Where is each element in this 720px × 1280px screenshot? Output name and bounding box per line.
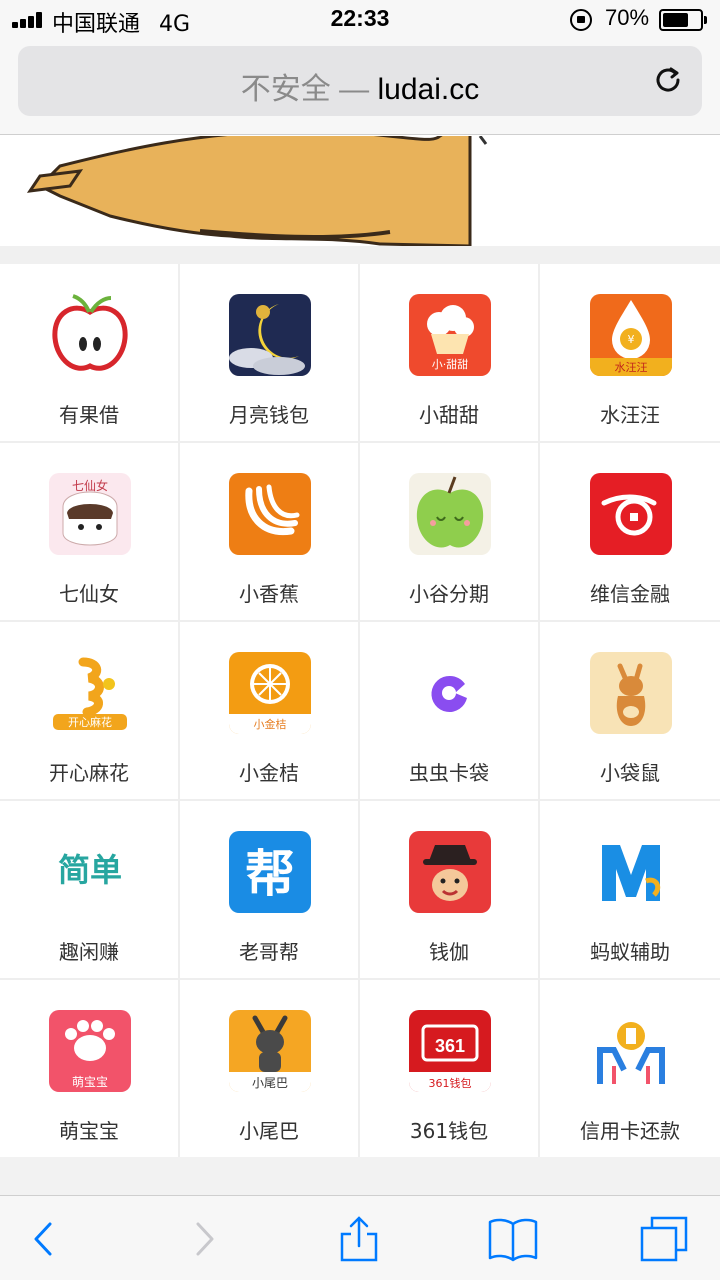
app-label: 小香蕉: [239, 582, 299, 606]
letter-m-icon[interactable]: [590, 831, 672, 913]
app-label: 有果借: [59, 403, 119, 427]
app-label: 老哥帮: [239, 940, 299, 964]
app-tile[interactable]: 维信金融: [540, 443, 720, 620]
section-divider: [0, 246, 720, 264]
wallet-361-icon[interactable]: 361 361钱包: [409, 1010, 491, 1092]
app-tile[interactable]: 开心麻花 开心麻花: [0, 622, 178, 799]
raccoon-icon[interactable]: 小尾巴: [229, 1010, 311, 1092]
app-tile[interactable]: 钱伽: [360, 801, 538, 978]
rotation-lock-icon: [570, 9, 592, 31]
cupcake-icon[interactable]: 小·甜甜: [409, 294, 491, 376]
battery-fill: [663, 13, 688, 27]
app-tile[interactable]: 虫虫卡袋: [360, 622, 538, 799]
svg-text:水汪汪: 水汪汪: [615, 361, 648, 374]
app-tile[interactable]: 七仙女 七仙女: [0, 443, 178, 620]
app-tile[interactable]: 月亮钱包: [180, 264, 358, 441]
address-bar[interactable]: 不安全 — ludai.cc: [18, 46, 702, 116]
drop-icon[interactable]: ¥ 水汪汪: [590, 294, 672, 376]
browser-toolbar: [0, 1195, 720, 1280]
app-grid: 有果借 月亮钱包 小·甜甜 小甜甜 ¥ 水汪汪 水汪汪 七仙女 七仙女 小香蕉 小谷分期 维信金融 开心…: [0, 264, 720, 1157]
tabs-icon[interactable]: [640, 1216, 690, 1262]
apple-icon[interactable]: [49, 294, 131, 376]
svg-text:七仙女: 七仙女: [72, 478, 108, 493]
green-apple-icon[interactable]: [409, 473, 491, 555]
battery-percent: 70%: [605, 5, 650, 30]
hat-face-icon[interactable]: [409, 831, 491, 913]
url-display[interactable]: 不安全 — ludai.cc: [18, 64, 702, 108]
bookmarks-icon[interactable]: [488, 1216, 538, 1262]
page-footer-spacer: [0, 1157, 720, 1195]
app-tile[interactable]: 小香蕉: [180, 443, 358, 620]
app-label: 钱伽: [429, 940, 469, 964]
svg-text:361: 361: [435, 1036, 465, 1056]
app-tile[interactable]: 小袋鼠: [540, 622, 720, 799]
app-label: 虫虫卡袋: [409, 761, 489, 785]
back-icon[interactable]: [20, 1216, 70, 1262]
reload-icon[interactable]: [652, 64, 684, 96]
fairy-icon[interactable]: 七仙女: [49, 473, 131, 555]
app-tile[interactable]: 小金桔 小金桔: [180, 622, 358, 799]
svg-text:开心麻花: 开心麻花: [68, 715, 112, 729]
battery-icon: [659, 9, 707, 31]
security-label: 不安全: [240, 73, 331, 106]
address-bar-area: 不安全 — ludai.cc: [0, 40, 720, 135]
paw-icon[interactable]: 萌宝宝: [49, 1010, 131, 1092]
moon-icon[interactable]: [229, 294, 311, 376]
app-tile[interactable]: 小谷分期: [360, 443, 538, 620]
svg-text:361钱包: 361钱包: [429, 1076, 472, 1090]
app-tile[interactable]: 小·甜甜小甜甜: [360, 264, 538, 441]
svg-text:帮: 帮: [245, 845, 295, 903]
twist-icon[interactable]: 开心麻花: [49, 652, 131, 734]
app-tile[interactable]: 361 361钱包 361钱包: [360, 980, 538, 1157]
banner-image[interactable]: [0, 136, 720, 246]
bang-icon[interactable]: 帮: [229, 831, 311, 913]
app-label: 蚂蚁辅助: [590, 940, 670, 964]
svg-text:¥: ¥: [628, 333, 635, 346]
app-tile[interactable]: 帮老哥帮: [180, 801, 358, 978]
svg-text:简单: 简单: [58, 851, 122, 889]
app-label: 水汪汪: [600, 403, 660, 427]
app-label: 萌宝宝: [59, 1119, 119, 1143]
card-repay-icon[interactable]: [590, 1010, 672, 1092]
pacman-icon[interactable]: [409, 652, 491, 734]
share-icon[interactable]: [334, 1216, 384, 1262]
app-label: 小金桔: [239, 761, 299, 785]
app-label: 小谷分期: [409, 582, 489, 606]
coin-swoosh-icon[interactable]: [590, 473, 672, 555]
svg-text:小尾巴: 小尾巴: [252, 1076, 288, 1090]
app-tile[interactable]: 信用卡还款: [540, 980, 720, 1157]
app-tile[interactable]: 萌宝宝 萌宝宝: [0, 980, 178, 1157]
app-label: 维信金融: [590, 582, 670, 606]
banana-icon[interactable]: [229, 473, 311, 555]
app-label: 361钱包: [409, 1119, 489, 1143]
app-label: 小尾巴: [239, 1119, 299, 1143]
app-label: 小袋鼠: [600, 761, 660, 785]
url-separator: —: [330, 73, 378, 106]
svg-text:小·甜甜: 小·甜甜: [432, 358, 469, 371]
app-tile[interactable]: 有果借: [0, 264, 178, 441]
app-label: 小甜甜: [419, 403, 479, 427]
svg-text:小金桔: 小金桔: [254, 717, 287, 731]
svg-text:萌宝宝: 萌宝宝: [72, 1075, 108, 1089]
app-tile[interactable]: 蚂蚁辅助: [540, 801, 720, 978]
kangaroo-icon[interactable]: [590, 652, 672, 734]
app-label: 信用卡还款: [580, 1119, 680, 1143]
forward-icon[interactable]: [180, 1216, 230, 1262]
app-tile[interactable]: ¥ 水汪汪 水汪汪: [540, 264, 720, 441]
domain-label: ludai.cc: [377, 73, 480, 106]
duck-illustration: [26, 136, 488, 246]
app-label: 开心麻花: [49, 761, 129, 785]
jiandan-icon[interactable]: 简单: [49, 831, 131, 913]
app-tile[interactable]: 小尾巴 小尾巴: [180, 980, 358, 1157]
app-tile[interactable]: 简单 趣闲赚: [0, 801, 178, 978]
app-label: 七仙女: [59, 582, 119, 606]
status-bar: 中国联通 4G 22:33 70%: [0, 0, 720, 40]
app-label: 趣闲赚: [59, 940, 119, 964]
app-label: 月亮钱包: [229, 403, 309, 427]
orange-icon[interactable]: 小金桔: [229, 652, 311, 734]
